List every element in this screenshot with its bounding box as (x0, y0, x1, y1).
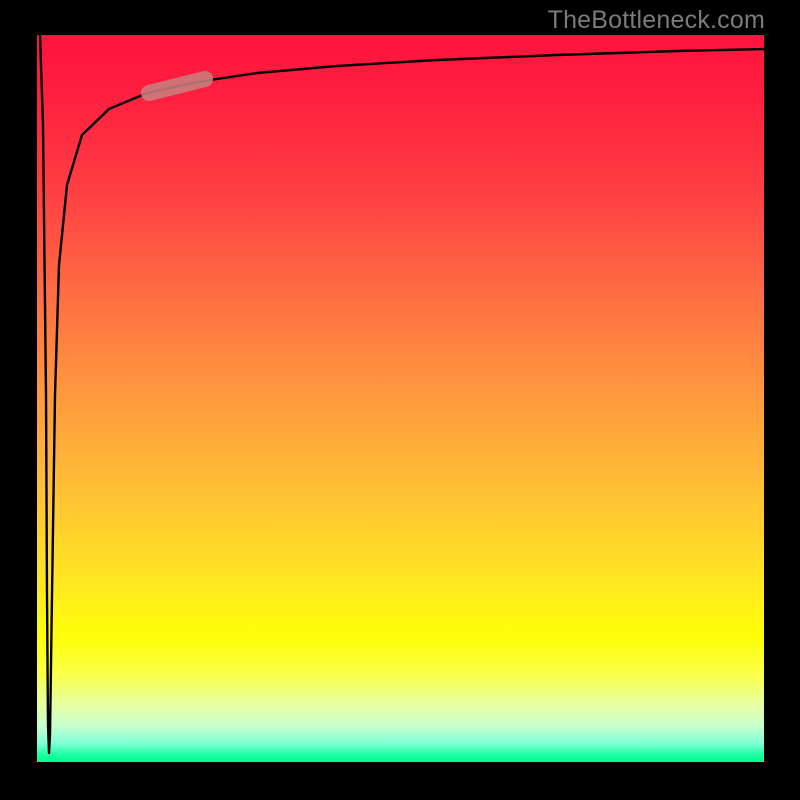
chart-frame: TheBottleneck.com (0, 0, 800, 800)
plot-area (37, 35, 764, 762)
bottleneck-curve (40, 35, 764, 753)
watermark-text: TheBottleneck.com (548, 6, 765, 35)
highlight-segment (149, 79, 205, 93)
curve-layer (37, 35, 764, 762)
